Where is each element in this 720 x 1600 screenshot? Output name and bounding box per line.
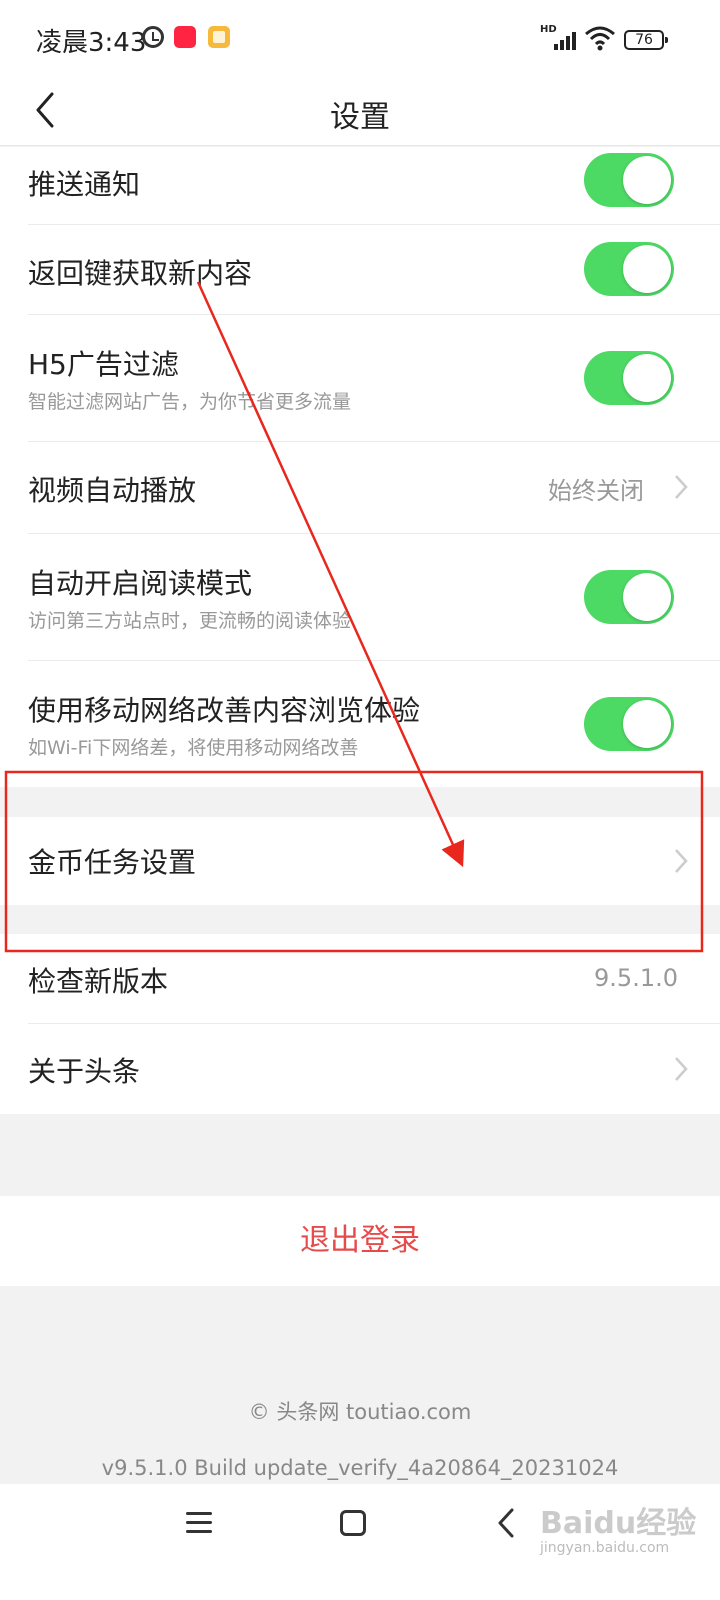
chevron-right-icon (672, 472, 690, 502)
back-refresh-toggle[interactable] (584, 242, 674, 296)
setting-row-mobile-network: 使用移动网络改善内容浏览体验 如Wi-Fi下网络差，将使用移动网络改善 (0, 661, 720, 787)
setting-label: 关于头条 (28, 1055, 141, 1088)
wifi-icon (584, 24, 616, 52)
setting-label: 推送通知 (28, 168, 141, 201)
battery-icon: 76 (624, 30, 668, 50)
settings-section-general: 推送通知 返回键获取新内容 H5广告过滤 智能过滤网站广告，为你节省更多流量 视… (0, 147, 720, 787)
mobile-network-toggle[interactable] (584, 697, 674, 751)
setting-label: 检查新版本 (28, 965, 169, 998)
setting-description: 如Wi-Fi下网络差，将使用移动网络改善 (28, 737, 359, 759)
system-nav-bar: Baidu经验 jingyan.baidu.com (0, 1484, 720, 1600)
setting-row-video-autoplay[interactable]: 视频自动播放 始终关闭 (0, 442, 720, 534)
chevron-right-icon (672, 1054, 690, 1084)
chevron-right-icon (672, 846, 690, 876)
page-title: 设置 (330, 100, 390, 135)
setting-row-back-refresh: 返回键获取新内容 (0, 225, 720, 315)
baidu-watermark: Baidu经验 (540, 1506, 697, 1541)
setting-label: 视频自动播放 (28, 474, 197, 507)
status-time: 凌晨3:43 (36, 28, 147, 58)
logout-button[interactable]: 退出登录 (0, 1196, 720, 1286)
signal-hd-label: HD (540, 24, 557, 35)
setting-row-h5-ad: H5广告过滤 智能过滤网站广告，为你节省更多流量 (0, 315, 720, 442)
back-icon[interactable] (494, 1506, 518, 1540)
setting-row-about[interactable]: 关于头条 (0, 1024, 720, 1114)
settings-section-coin: 金币任务设置 (0, 817, 720, 905)
setting-label: 自动开启阅读模式 (28, 567, 253, 600)
build-info: v9.5.1.0 Build update_verify_4a20864_202… (101, 1456, 619, 1480)
setting-label: H5广告过滤 (28, 348, 179, 381)
version-value: 9.5.1.0 (594, 964, 678, 992)
setting-row-coin-task[interactable]: 金币任务设置 (0, 817, 720, 905)
menu-icon[interactable] (186, 1510, 214, 1536)
h5-ad-toggle[interactable] (584, 351, 674, 405)
settings-section-about: 检查新版本 9.5.1.0 关于头条 (0, 934, 720, 1114)
setting-value: 始终关闭 (548, 477, 644, 505)
setting-description: 智能过滤网站广告，为你节省更多流量 (28, 391, 352, 413)
copyright-text: © 头条网 toutiao.com (248, 1400, 472, 1424)
status-bar: 凌晨3:43 HD 76 (0, 0, 720, 80)
home-icon[interactable] (340, 1510, 366, 1536)
reading-mode-toggle[interactable] (584, 570, 674, 624)
setting-row-check-version[interactable]: 检查新版本 9.5.1.0 (0, 934, 720, 1024)
setting-label: 使用移动网络改善内容浏览体验 (28, 694, 421, 727)
nav-bar: 设置 (0, 80, 720, 146)
signal-icon: HD (540, 24, 576, 52)
watermark-url: jingyan.baidu.com (540, 1540, 670, 1556)
setting-row-reading-mode: 自动开启阅读模式 访问第三方站点时，更流畅的阅读体验 (0, 534, 720, 661)
alarm-icon (142, 26, 164, 48)
xiaohongshu-app-icon (174, 26, 196, 48)
setting-label: 金币任务设置 (28, 846, 197, 879)
notes-app-icon (208, 26, 230, 48)
setting-description: 访问第三方站点时，更流畅的阅读体验 (28, 610, 352, 632)
setting-label: 返回键获取新内容 (28, 257, 253, 290)
push-toggle[interactable] (584, 153, 674, 207)
setting-row-push: 推送通知 (0, 147, 720, 225)
